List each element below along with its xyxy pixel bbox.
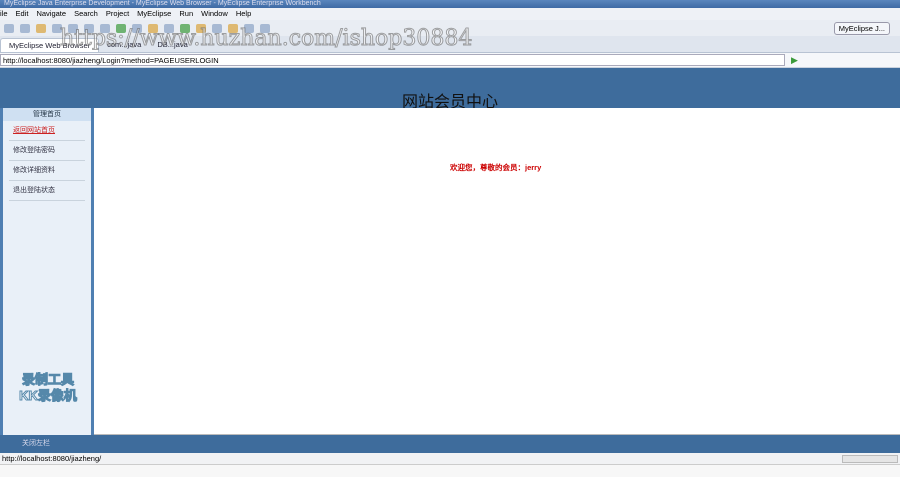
editor-tabs: MyEclipse Web Browser com...java DB...ja…	[0, 36, 900, 53]
menu-file[interactable]: ile	[0, 8, 8, 20]
sidebar-item-logout[interactable]: 退出登陆状态	[9, 181, 85, 201]
debug-icon[interactable]	[164, 23, 174, 33]
sidebar-item-home[interactable]: 返回网站首页	[9, 121, 85, 141]
save-icon[interactable]	[20, 23, 30, 33]
wizard-icon[interactable]	[148, 23, 158, 33]
menu-bar: ile Edit Navigate Search Project MyEclip…	[0, 8, 900, 20]
menu-myeclipse[interactable]: MyEclipse	[137, 8, 171, 20]
window-title: MyEclipse Java Enterprise Development - …	[0, 0, 900, 8]
welcome-message: 欢迎您，尊敬的会员：jerry	[450, 163, 542, 172]
page-header: 网站会员中心	[0, 68, 900, 111]
footer-bar	[0, 465, 900, 477]
status-bar: http://localhost:8080/jiazheng/	[0, 453, 900, 465]
tab-web-browser[interactable]: MyEclipse Web Browser	[0, 38, 100, 52]
menu-navigate[interactable]: Navigate	[36, 8, 66, 20]
sidebar-item-change-password[interactable]: 修改登陆密码	[9, 141, 85, 161]
sidebar-header: 管理首页	[3, 108, 91, 121]
forward-icon[interactable]	[260, 23, 270, 33]
menu-help[interactable]: Help	[236, 8, 251, 20]
folder-icon[interactable]	[228, 23, 238, 33]
menu-edit[interactable]: Edit	[16, 8, 29, 20]
server-icon[interactable]	[68, 23, 78, 33]
perspective-button[interactable]: MyEclipse J...	[833, 22, 890, 35]
watermark-recorder: 录制工具 KK录像机	[19, 372, 78, 404]
open-type-icon[interactable]	[212, 23, 222, 33]
deploy-icon[interactable]	[52, 23, 62, 33]
back-icon[interactable]	[244, 23, 254, 33]
toolbar	[0, 20, 900, 36]
main-content: 欢迎您，尊敬的会员：jerry	[94, 108, 900, 435]
globe-icon[interactable]	[100, 23, 110, 33]
menu-project[interactable]: Project	[106, 8, 129, 20]
sidebar-item-edit-profile[interactable]: 修改详细资料	[9, 161, 85, 181]
run-icon[interactable]	[180, 23, 190, 33]
tab-java-file[interactable]: com...java	[99, 38, 149, 52]
close-sidebar-button[interactable]: 关闭左栏	[0, 435, 900, 453]
menu-search[interactable]: Search	[74, 8, 98, 20]
go-icon[interactable]: ▶	[791, 55, 798, 66]
tab-db-file[interactable]: DB...java	[149, 38, 195, 52]
menu-run[interactable]: Run	[179, 8, 193, 20]
new-icon[interactable]	[4, 23, 14, 33]
address-bar: ▶	[0, 53, 900, 68]
start-server-icon[interactable]	[116, 23, 126, 33]
status-url: http://localhost:8080/jiazheng/	[2, 454, 102, 463]
package-icon[interactable]	[36, 23, 46, 33]
menu-window[interactable]: Window	[201, 8, 228, 20]
tool-icon[interactable]	[84, 23, 94, 33]
url-input[interactable]	[0, 54, 785, 66]
progress-bar	[842, 455, 898, 463]
external-tools-icon[interactable]	[196, 23, 206, 33]
browser-icon[interactable]	[132, 23, 142, 33]
